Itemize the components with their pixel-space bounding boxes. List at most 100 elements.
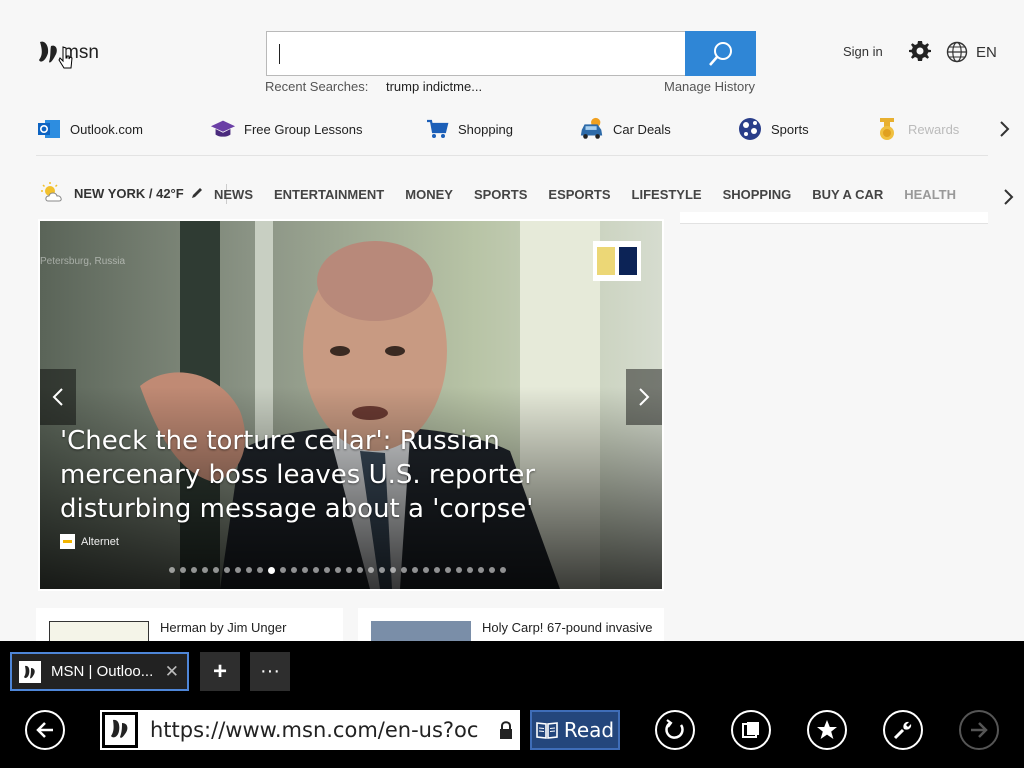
- carousel-dot[interactable]: [401, 567, 407, 573]
- hero-source[interactable]: Alternet: [60, 534, 119, 549]
- carousel-dot[interactable]: [456, 567, 462, 573]
- nav-item-esports[interactable]: ESPORTS: [548, 187, 610, 202]
- pencil-icon[interactable]: [190, 186, 204, 200]
- carousel-dot[interactable]: [257, 567, 263, 573]
- carousel-prev-button[interactable]: [40, 369, 76, 425]
- carousel-dot[interactable]: [202, 567, 208, 573]
- carousel-dot[interactable]: [224, 567, 230, 573]
- carousel-dot[interactable]: [335, 567, 341, 573]
- image-caption-watermark: Petersburg, Russia: [40, 256, 126, 267]
- more-tabs-button[interactable]: ···: [250, 652, 290, 691]
- carousel-dot[interactable]: [379, 567, 385, 573]
- msn-favicon-icon: [19, 660, 41, 683]
- url-text[interactable]: https://www.msn.com/en-us?ocid=i: [150, 718, 480, 742]
- nav-item-entertainment[interactable]: ENTERTAINMENT: [274, 187, 384, 202]
- quicklink-outlook[interactable]: Outlook.com: [36, 116, 143, 142]
- recent-searches: Recent Searches: trump indictme...: [265, 79, 482, 94]
- nav-item-money[interactable]: MONEY: [405, 187, 453, 202]
- nav-item-sports[interactable]: SPORTS: [474, 187, 527, 202]
- carousel-dot[interactable]: [357, 567, 363, 573]
- article-card-title: Holy Carp! 67-pound invasive: [482, 620, 653, 635]
- chevron-right-icon[interactable]: [996, 118, 1012, 140]
- carousel-dot[interactable]: [346, 567, 352, 573]
- carousel-dot[interactable]: [191, 567, 197, 573]
- chevron-right-icon: [639, 388, 650, 406]
- star-icon: [817, 720, 837, 739]
- quicklink-rewards[interactable]: Rewards: [874, 116, 959, 142]
- quicklink-label: Outlook.com: [70, 121, 143, 137]
- weather-label: NEW YORK / 42°F: [74, 185, 184, 201]
- language-selector[interactable]: EN: [946, 41, 997, 63]
- carousel-dot[interactable]: [423, 567, 429, 573]
- back-button[interactable]: [25, 710, 65, 750]
- carousel-dot[interactable]: [478, 567, 484, 573]
- quicklink-label: Rewards: [908, 121, 960, 137]
- weather-widget[interactable]: NEW YORK / 42°F: [40, 182, 204, 204]
- browser-tab-active[interactable]: MSN | Outloo... ✕: [10, 652, 189, 691]
- chevron-right-icon[interactable]: [1000, 186, 1016, 208]
- tabs-button[interactable]: [731, 710, 771, 750]
- carousel-next-button[interactable]: [626, 369, 662, 425]
- book-icon: [536, 722, 558, 739]
- right-panel: [680, 212, 988, 224]
- carousel-dot[interactable]: [180, 567, 186, 573]
- car-icon: [579, 116, 605, 142]
- nav-item-shopping[interactable]: SHOPPING: [723, 187, 792, 202]
- carousel-dot[interactable]: [390, 567, 396, 573]
- search-button[interactable]: [685, 31, 756, 76]
- search-input[interactable]: [267, 32, 686, 75]
- quicklink-shopping[interactable]: Shopping: [424, 116, 513, 142]
- refresh-button[interactable]: [655, 710, 695, 750]
- quicklink-car-deals[interactable]: Car Deals: [579, 116, 671, 142]
- quick-links-bar: Outlook.com Free Group Lessons Shopping: [36, 114, 988, 156]
- mouse-pointer-icon: [58, 46, 73, 69]
- hero-carousel[interactable]: Petersburg, Russia 'Check the torture ce…: [38, 219, 664, 591]
- carousel-dot[interactable]: [213, 567, 219, 573]
- sign-in-link[interactable]: Sign in: [843, 44, 883, 59]
- gear-icon[interactable]: [908, 39, 932, 63]
- carousel-dot[interactable]: [445, 567, 451, 573]
- tab-title: MSN | Outloo...: [51, 663, 154, 680]
- quicklink-sports[interactable]: Sports: [737, 116, 809, 142]
- recent-search-item[interactable]: trump indictme...: [386, 79, 482, 94]
- carousel-dot[interactable]: [489, 567, 495, 573]
- carousel-dot[interactable]: [500, 567, 506, 573]
- carousel-dot[interactable]: [313, 567, 319, 573]
- nav-items: NEWS ENTERTAINMENT MONEY SPORTS ESPORTS …: [214, 187, 977, 202]
- carousel-dot[interactable]: [412, 567, 418, 573]
- carousel-dot[interactable]: [246, 567, 252, 573]
- new-tab-button[interactable]: +: [200, 652, 240, 691]
- carousel-dot[interactable]: [169, 567, 175, 573]
- carousel-dot[interactable]: [302, 567, 308, 573]
- nav-item-buy-a-car[interactable]: BUY A CAR: [812, 187, 883, 202]
- hero-headline[interactable]: 'Check the torture cellar': Russian merc…: [60, 424, 640, 526]
- carousel-dot[interactable]: [434, 567, 440, 573]
- carousel-dot[interactable]: [324, 567, 330, 573]
- carousel-dot[interactable]: [467, 567, 473, 573]
- arrow-right-icon: [971, 722, 988, 738]
- reading-view-button[interactable]: Read: [530, 710, 620, 750]
- carousel-dot[interactable]: [268, 567, 275, 574]
- tools-button[interactable]: [883, 710, 923, 750]
- carousel-dot[interactable]: [291, 567, 297, 573]
- search-icon: [708, 41, 732, 66]
- quicklink-label: Shopping: [458, 121, 513, 137]
- nav-item-lifestyle[interactable]: LIFESTYLE: [632, 187, 702, 202]
- outlook-icon: [36, 116, 62, 142]
- nav-item-health[interactable]: HEALTH: [904, 187, 956, 202]
- quicklink-free-group-lessons[interactable]: Free Group Lessons: [210, 116, 363, 142]
- read-label: Read: [563, 718, 615, 742]
- address-bar[interactable]: https://www.msn.com/en-us?ocid=i: [100, 710, 520, 750]
- carousel-dot[interactable]: [368, 567, 374, 573]
- partly-cloudy-icon: [41, 182, 62, 202]
- forward-button[interactable]: [959, 710, 999, 750]
- publisher-badge: [593, 241, 641, 281]
- nav-bar: NEW YORK / 42°F NEWS ENTERTAINMENT MONEY…: [36, 176, 988, 212]
- close-icon[interactable]: ✕: [165, 662, 179, 682]
- carousel-dot[interactable]: [280, 567, 286, 573]
- nav-item-news[interactable]: NEWS: [214, 187, 253, 202]
- carousel-dot[interactable]: [235, 567, 241, 573]
- favorites-button[interactable]: [807, 710, 847, 750]
- site-favicon: [100, 710, 140, 750]
- manage-history-link[interactable]: Manage History: [664, 79, 755, 94]
